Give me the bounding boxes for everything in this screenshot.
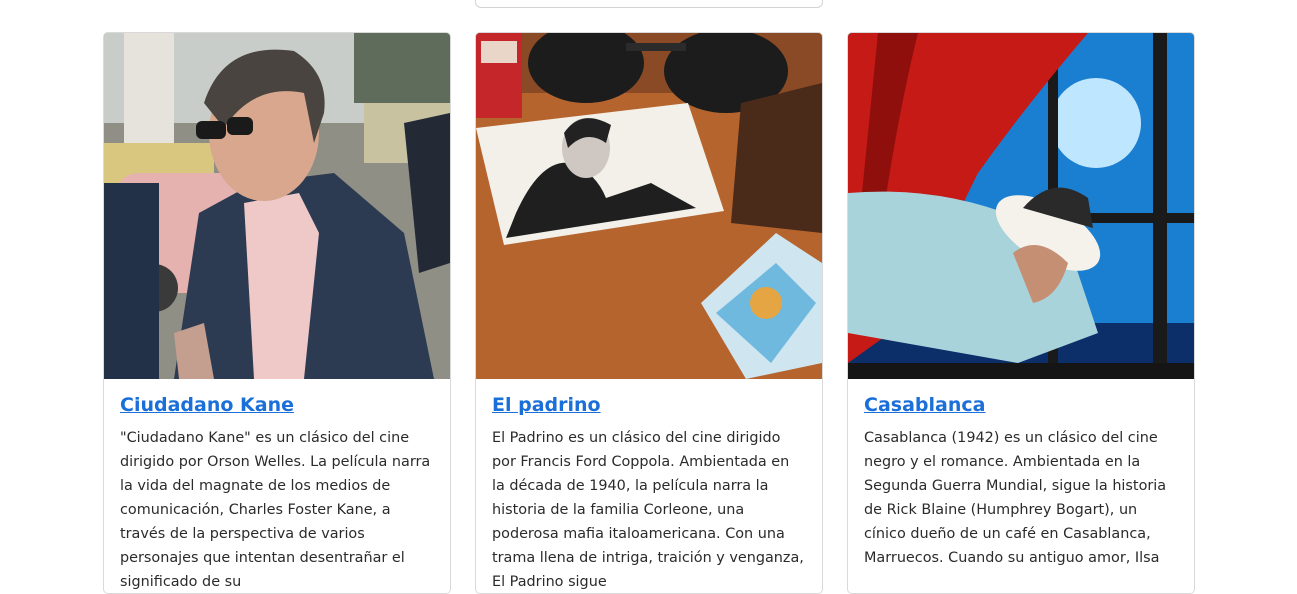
movie-card: El padrino El Padrino es un clásico del … [475,32,823,594]
movie-card: Casablanca Casablanca (1942) es un clási… [847,32,1195,594]
card-image [104,33,450,379]
card-image [848,33,1194,379]
movie-description: Casablanca (1942) es un clásico del cine… [864,430,1167,566]
movie-card: Ciudadano Kane "Ciudadano Kane" es un cl… [103,32,451,594]
movie-description: "Ciudadano Kane" es un clásico del cine … [120,430,431,590]
movie-title-link[interactable]: Ciudadano Kane [120,394,294,416]
movie-title-link[interactable]: Casablanca [864,394,985,416]
movie-title-link[interactable]: El padrino [492,394,601,416]
card-image [476,33,822,379]
movie-description: El Padrino es un clásico del cine dirigi… [492,430,804,590]
search-input[interactable] [475,0,823,8]
